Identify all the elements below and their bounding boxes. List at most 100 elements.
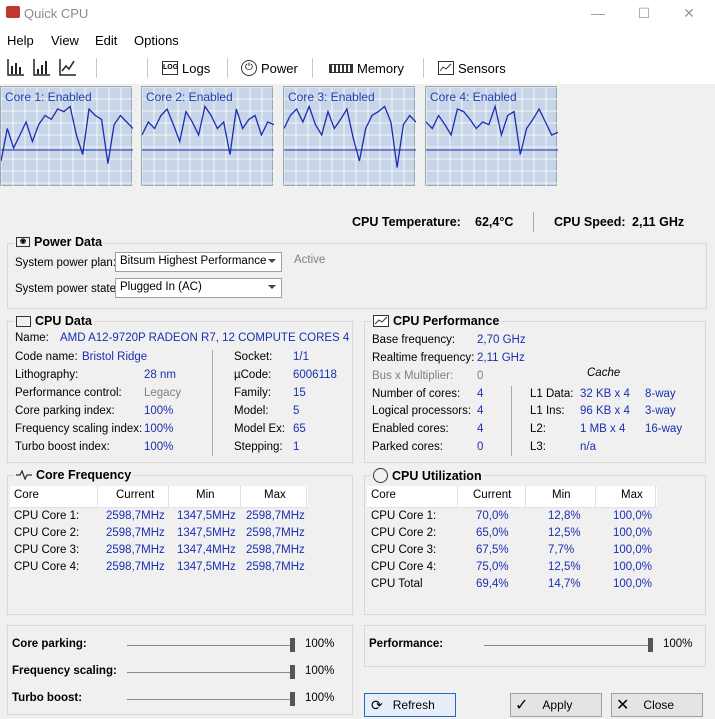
toolbar: ⚙ LOG Logs ⏻ Power Memory Sensors (0, 52, 715, 128)
row-cell: 2598,7MHz (106, 561, 165, 573)
close-icon[interactable]: ✕ (679, 4, 699, 22)
toolbar-separator (312, 58, 313, 78)
l1d-size: 32 KB x 4 (580, 388, 630, 400)
chevron-down-icon (268, 259, 276, 263)
menu-view[interactable]: View (51, 33, 79, 48)
modelex-value: 65 (293, 423, 306, 435)
cpu-temp-value: 62,4°C (475, 215, 514, 229)
turbo-boost-label: Turbo boost: (12, 692, 83, 704)
sensors-icon (438, 61, 454, 75)
power-label: Power (261, 60, 298, 76)
line-chart-icon[interactable] (59, 58, 77, 76)
col-core: Core (14, 489, 39, 501)
core-parking-slider[interactable] (290, 638, 295, 652)
refresh-label: Refresh (392, 698, 435, 712)
apply-button[interactable]: ✓ Apply (510, 693, 602, 717)
pulse-icon (16, 470, 32, 480)
freq-index-label: Frequency scaling index: (15, 423, 143, 435)
base-freq-value: 2,70 GHz (477, 334, 526, 346)
row-cell: 12,5% (548, 561, 581, 573)
power-state-select[interactable]: Plugged In (AC) (115, 278, 282, 298)
turbo-boost-track[interactable] (127, 699, 294, 700)
codename-label: Code name: (15, 351, 78, 363)
performance-track[interactable] (484, 645, 652, 646)
stats-separator (533, 212, 534, 232)
num-cores-label: Number of cores: (372, 388, 461, 400)
minimize-icon[interactable]: — (588, 4, 608, 22)
row-cell: 100,0% (613, 578, 653, 590)
toolbar-separator (147, 58, 148, 78)
row-cell: 100,0% (613, 561, 653, 573)
col-max: Max (264, 489, 286, 501)
cpu-perf-separator (511, 386, 512, 456)
parking-index-value: 100% (144, 405, 174, 417)
sensors-button[interactable]: Sensors (438, 58, 506, 78)
row-cell: 100,0% (613, 544, 653, 556)
socket-value: 1/1 (293, 351, 309, 363)
turbo-index-value: 100% (144, 441, 174, 453)
sensors-label: Sensors (458, 60, 506, 76)
refresh-button[interactable]: ⟳ Refresh (364, 693, 456, 717)
memory-button[interactable]: Memory (329, 58, 404, 78)
power-plan-label: System power plan: (15, 257, 116, 269)
row-core-label: CPU Core 3: (371, 544, 437, 556)
row-cell: 14,7% (548, 578, 581, 590)
power-icon: ⏻ (241, 60, 257, 76)
turbo-boost-slider[interactable] (290, 692, 295, 706)
power-button[interactable]: ⏻ Power (241, 58, 298, 78)
row-cell: 1347,5MHz (177, 527, 236, 539)
power-plan-select[interactable]: Bitsum Highest Performance (115, 252, 282, 272)
l2-way: 16-way (645, 423, 683, 435)
bus-mult-value: 0 (477, 370, 484, 382)
col-max: Max (621, 489, 643, 501)
bar-chart-rising-icon[interactable] (33, 58, 51, 76)
core-freq-header: Core Current Min Max (10, 486, 308, 508)
cpu-data-title-text: CPU Data (35, 314, 92, 328)
row-cell: 100,0% (613, 510, 653, 522)
menu-edit[interactable]: Edit (95, 33, 117, 48)
l1i-size: 96 KB x 4 (580, 405, 630, 417)
row-cell: 1347,5MHz (177, 561, 236, 573)
l3-size: n/a (580, 441, 596, 453)
logs-button[interactable]: LOG Logs (162, 58, 210, 78)
row-cell: 65,0% (476, 527, 509, 539)
ucode-label: µCode: (234, 369, 272, 381)
menu-options[interactable]: Options (134, 33, 179, 48)
menu-bar: Help View Edit Options (0, 28, 715, 52)
cpu-speed-label: CPU Speed: (554, 215, 626, 229)
bar-chart-icon[interactable] (7, 58, 25, 76)
row-core-label: CPU Total (371, 578, 423, 590)
bus-mult-label: Bus x Multiplier: (372, 370, 454, 382)
freq-scaling-slider[interactable] (290, 665, 295, 679)
power-state-label: System power state: (15, 283, 120, 295)
performance-slider[interactable] (648, 638, 653, 652)
turbo-index-label: Turbo boost index: (15, 441, 110, 453)
l1d-label: L1 Data: (530, 388, 574, 400)
core-freq-title-text: Core Frequency (36, 468, 132, 482)
col-current: Current (116, 489, 155, 501)
parked-cores-label: Parked cores: (372, 441, 443, 453)
window-title: Quick CPU (24, 6, 89, 21)
maximize-icon[interactable]: ☐ (634, 4, 654, 22)
logical-value: 4 (477, 405, 484, 417)
menu-help[interactable]: Help (7, 33, 34, 48)
col-core: Core (371, 489, 396, 501)
core-parking-label: Core parking: (12, 638, 87, 650)
core-graph-3: Core 3: Enabled (283, 86, 416, 187)
col-current: Current (473, 489, 512, 501)
core-parking-track[interactable] (127, 645, 294, 646)
row-cell: 67,5% (476, 544, 509, 556)
power-data-group (7, 243, 707, 309)
close-button[interactable]: ✕ Close (611, 693, 703, 717)
power-data-title: ◉ Power Data (14, 235, 105, 249)
base-freq-label: Base frequency: (372, 334, 456, 346)
model-label: Model: (234, 405, 269, 417)
modelex-label: Model Ex: (234, 423, 286, 435)
power-data-title-text: Power Data (34, 235, 103, 249)
cpu-data-separator (212, 350, 213, 456)
model-value: 5 (293, 405, 300, 417)
performance-value: 100% (663, 638, 693, 650)
row-cell: 100,0% (613, 527, 653, 539)
freq-scaling-track[interactable] (127, 672, 294, 673)
apply-label: Apply (542, 698, 573, 712)
